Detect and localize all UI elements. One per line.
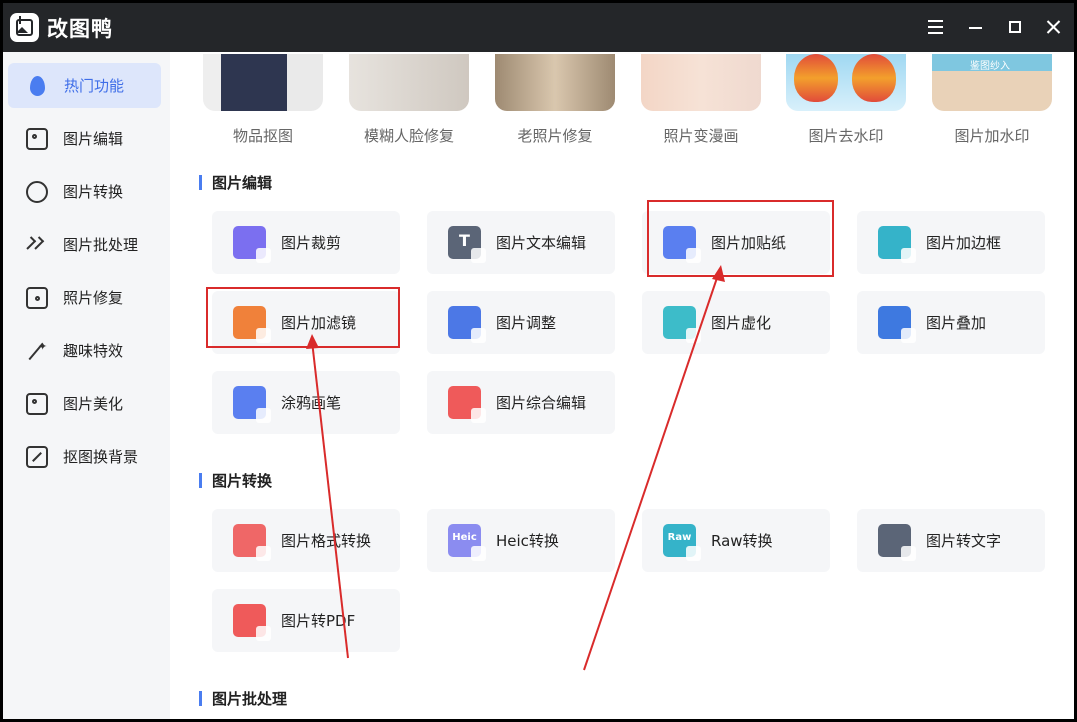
arrow-line-filter: [311, 340, 349, 659]
arrowhead-sticker: [712, 265, 725, 282]
arrowhead-filter: [306, 334, 319, 349]
annotation-arrows: [306, 265, 725, 671]
arrow-line-sticker: [583, 271, 720, 671]
app-window: 改图鸭 热门功能 图片编辑 图片转换 图片批处理 照片修复 ✦ 趣味特效 图片美…: [3, 3, 1074, 719]
